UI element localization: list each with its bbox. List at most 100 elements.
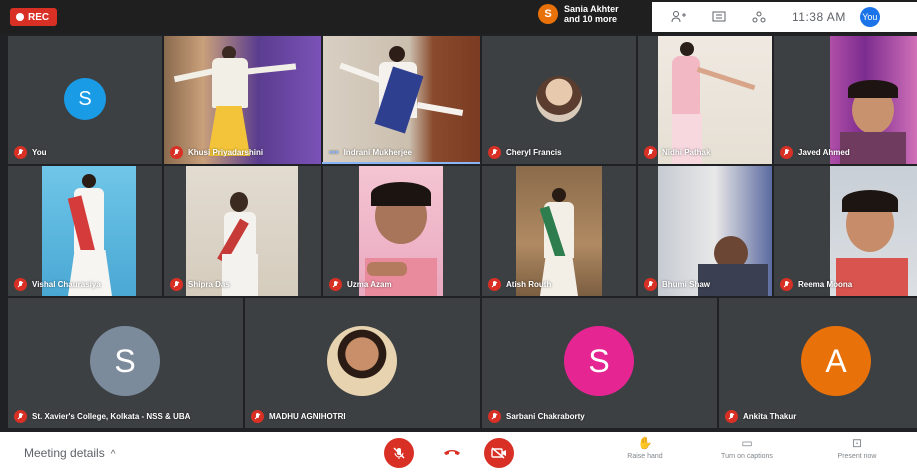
raise-hand-label: Raise hand	[627, 453, 663, 460]
video-feed	[42, 166, 136, 296]
participant-tile[interactable]: Nidhi Pathak	[638, 36, 772, 164]
participant-tile[interactable]: Khusi Priyadarshini	[164, 36, 321, 164]
participant-name: Javed Ahmed	[798, 148, 850, 157]
participant-avatar: S	[564, 326, 634, 396]
meeting-details-button[interactable]: Meeting details ^	[24, 446, 115, 460]
video-feed	[359, 166, 443, 296]
participant-name-tag: Sarbani Chakraborty	[488, 410, 585, 423]
present-now-button[interactable]: ⊡ Present now	[822, 436, 892, 460]
video-feed	[164, 36, 321, 164]
participant-name: Shipra Das	[188, 280, 230, 289]
participant-name: MADHU AGNIHOTRI	[269, 412, 346, 421]
people-icon[interactable]	[666, 7, 692, 27]
participant-name-tag: Khusi Priyadarshini	[170, 146, 263, 159]
participant-name: Sarbani Chakraborty	[506, 412, 585, 421]
participant-tile[interactable]: A Ankita Thakur	[719, 298, 917, 428]
mic-off-icon	[170, 278, 183, 291]
hang-up-icon[interactable]	[443, 444, 461, 462]
participant-name: Bhumi Shaw	[662, 280, 711, 289]
participant-avatar: A	[801, 326, 871, 396]
raise-hand-button[interactable]: ✋ Raise hand	[610, 436, 680, 460]
presenter-more: and 10 more	[564, 14, 618, 24]
bottom-bar: Meeting details ^ ✋ Raise hand ▭ Turn on ca…	[0, 432, 917, 473]
participant-tile[interactable]: S You	[8, 36, 162, 164]
participant-name-tag: ▪▪▪ Indrani Mukherjee	[329, 147, 412, 157]
participant-name-tag: Atish Routh	[488, 278, 551, 291]
mic-off-icon	[725, 410, 738, 423]
participant-name: Vishal Chaurasiya	[32, 280, 101, 289]
present-icon: ⊡	[851, 436, 863, 450]
participant-tile[interactable]: Javed Ahmed	[774, 36, 917, 164]
camera-off-icon	[491, 447, 506, 459]
speaking-indicator-icon: ▪▪▪	[329, 147, 339, 157]
mic-off-icon	[644, 278, 657, 291]
mic-toggle-button[interactable]	[384, 438, 414, 468]
captions-button[interactable]: ▭ Turn on captions	[712, 436, 782, 460]
self-avatar[interactable]: You	[859, 7, 880, 27]
participant-avatar-photo	[327, 326, 397, 396]
mic-off-icon	[251, 410, 264, 423]
hand-icon: ✋	[637, 436, 653, 450]
mic-off-icon	[393, 447, 405, 459]
participant-name: Ankita Thakur	[743, 412, 797, 421]
participant-name: Nidhi Pathak	[662, 148, 711, 157]
participant-name-tag: Cheryl Francis	[488, 146, 562, 159]
participant-name-tag: MADHU AGNIHOTRI	[251, 410, 346, 423]
mic-off-icon	[780, 278, 793, 291]
participant-name: Indrani Mukherjee	[343, 147, 413, 157]
participants-summary[interactable]: S Sania Akhter and 10 more	[538, 4, 619, 24]
present-label: Present now	[837, 453, 877, 460]
participant-name: Uzma Azam	[347, 280, 392, 289]
mic-off-icon	[488, 410, 501, 423]
participant-name: St. Xavier's College, Kolkata - NSS & UB…	[32, 412, 191, 421]
mic-off-icon	[170, 146, 183, 159]
participant-tile[interactable]: Vishal Chaurasiya	[8, 166, 162, 296]
participant-name: You	[32, 148, 47, 157]
participant-name-tag: Nidhi Pathak	[644, 146, 710, 159]
presenter-name: Sania Akhter	[564, 4, 619, 14]
top-toolbar: 11:38 AM You	[652, 2, 917, 32]
participant-name-tag: Vishal Chaurasiya	[14, 278, 101, 291]
participant-tile[interactable]: ▪▪▪ Indrani Mukherjee	[323, 36, 480, 162]
chevron-up-icon: ^	[110, 449, 116, 460]
mic-off-icon	[780, 146, 793, 159]
active-speaker-indicator	[322, 162, 480, 164]
captions-icon: ▭	[741, 436, 753, 450]
participant-name: Reema Moona	[798, 280, 853, 289]
participant-tile[interactable]: S St. Xavier's College, Kolkata - NSS & …	[8, 298, 243, 428]
presenter-avatar: S	[538, 4, 558, 24]
mic-off-icon	[488, 278, 501, 291]
camera-toggle-button[interactable]	[484, 438, 514, 468]
clock: 11:38 AM	[792, 10, 846, 24]
participant-name: Cheryl Francis	[506, 148, 562, 157]
participant-name-tag: Reema Moona	[780, 278, 852, 291]
recording-badge: REC	[10, 8, 58, 26]
participant-tile[interactable]: Bhumi Shaw	[638, 166, 772, 296]
participant-name: Khusi Priyadarshini	[188, 148, 264, 157]
participant-name-tag: Javed Ahmed	[780, 146, 850, 159]
chat-icon[interactable]	[706, 7, 732, 27]
participant-name-tag: Bhumi Shaw	[644, 278, 710, 291]
meeting-details-label: Meeting details	[24, 446, 105, 460]
video-feed	[516, 166, 602, 296]
activities-icon[interactable]	[746, 7, 772, 27]
participant-tile[interactable]: Shipra Das	[164, 166, 321, 296]
participant-avatar-photo	[536, 76, 582, 122]
participant-tile[interactable]: Cheryl Francis	[482, 36, 636, 164]
mic-off-icon	[644, 146, 657, 159]
participant-tile[interactable]: Reema Moona	[774, 166, 917, 296]
captions-label: Turn on captions	[721, 453, 773, 460]
video-feed	[658, 166, 772, 296]
participant-tile[interactable]: MADHU AGNIHOTRI	[245, 298, 480, 428]
participant-tile[interactable]: Atish Routh	[482, 166, 636, 296]
participant-tile[interactable]: S Sarbani Chakraborty	[482, 298, 717, 428]
participant-name-tag: You	[14, 146, 47, 159]
video-feed	[323, 36, 480, 162]
mic-off-icon	[14, 410, 27, 423]
record-dot-icon	[16, 13, 24, 21]
mic-off-icon	[488, 146, 501, 159]
participant-name: Atish Routh	[506, 280, 552, 289]
participant-tile[interactable]: Uzma Azam	[323, 166, 480, 296]
participant-name-tag: St. Xavier's College, Kolkata - NSS & UB…	[14, 410, 190, 423]
mic-off-icon	[14, 278, 27, 291]
